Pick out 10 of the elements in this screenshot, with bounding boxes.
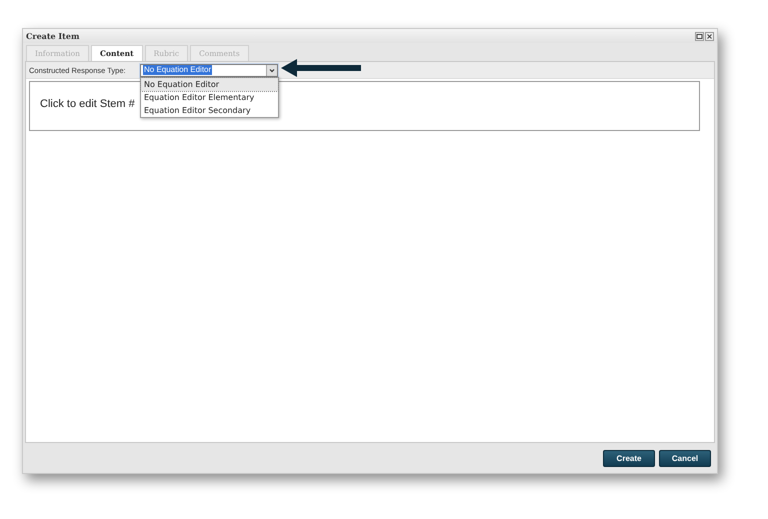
dropdown-option[interactable]: No Equation Editor [141,78,278,90]
selected-value: No Equation Editor [143,65,212,75]
stem-text: Click to edit Stem # [40,98,135,110]
window-title: Create Item [26,31,80,41]
dialog-button[interactable]: Cancel [659,450,711,466]
caret-icon[interactable] [266,64,277,76]
dialog-button[interactable]: Create [603,450,655,466]
maximize-icon[interactable] [695,32,704,40]
dropdown-option[interactable]: Equation Editor Secondary [141,104,278,116]
close-icon[interactable] [705,32,714,40]
